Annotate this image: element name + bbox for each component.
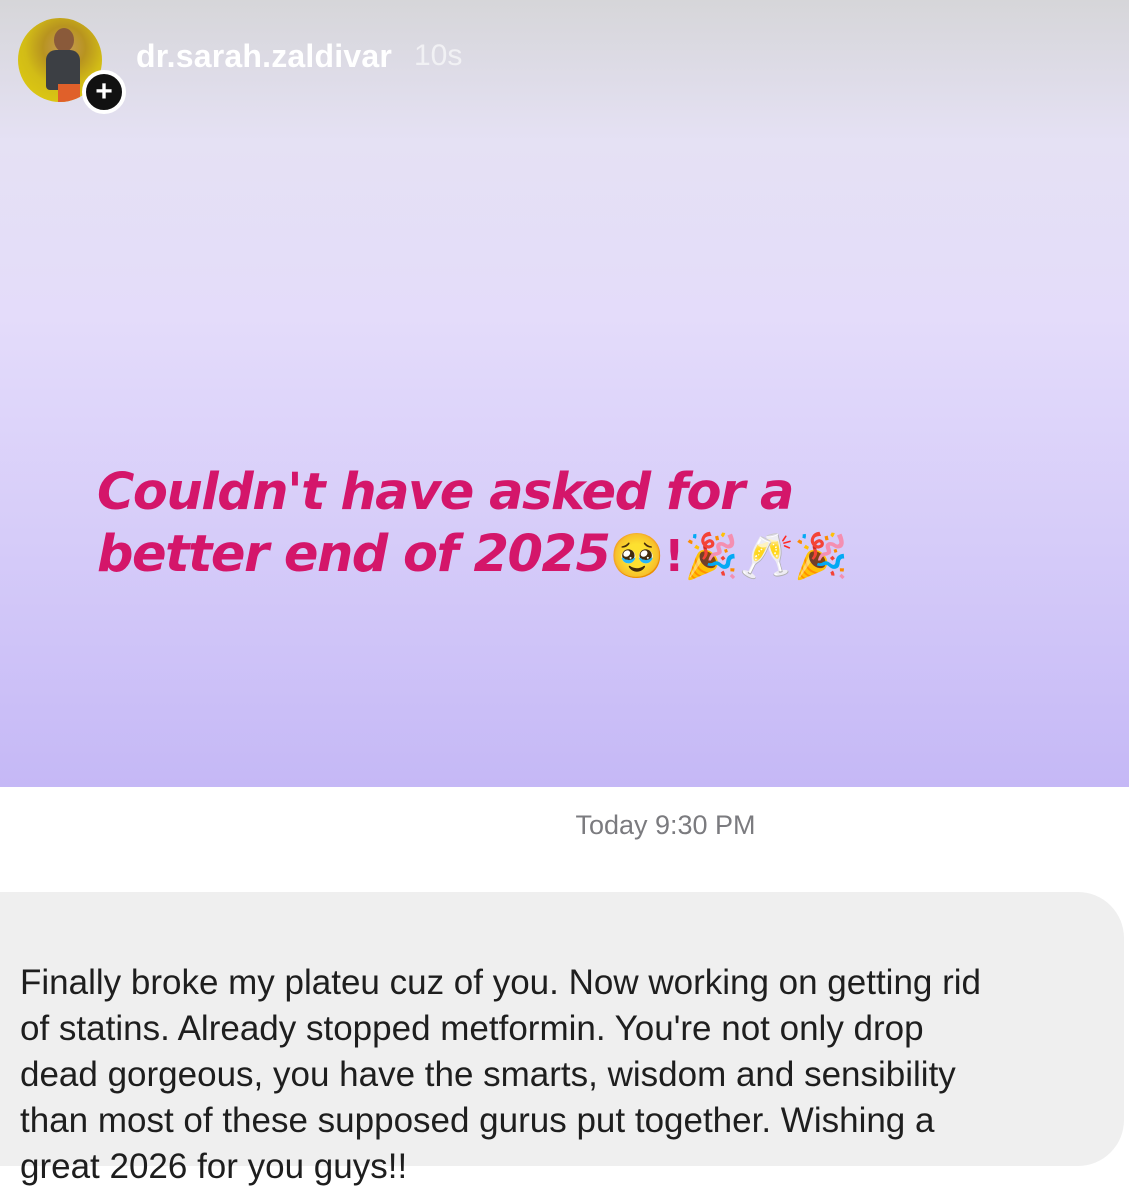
story-header: + dr.sarah.zaldivar 10s: [18, 18, 463, 114]
story-card[interactable]: + dr.sarah.zaldivar 10s Couldn't have as…: [0, 0, 1129, 787]
story-caption: Couldn't have asked for a better end of …: [97, 462, 997, 588]
story-username[interactable]: dr.sarah.zaldivar: [136, 38, 392, 75]
caption-emoji: 🥹!🎉🥂🎉: [609, 531, 849, 582]
caption-line-2: better end of 2025🥹!🎉🥂🎉: [97, 524, 997, 588]
message-text: Finally broke my plateu cuz of you. Now …: [20, 963, 982, 1186]
plus-icon[interactable]: +: [82, 70, 126, 114]
caption-line-2-text: better end of 2025: [97, 525, 611, 584]
message-bubble[interactable]: Finally broke my plateu cuz of you. Now …: [0, 892, 1124, 1186]
avatar-figure-leg: [58, 84, 80, 102]
caption-line-1: Couldn't have asked for a: [97, 463, 794, 522]
avatar-figure-head: [54, 28, 74, 52]
message-timestamp: Today 9:30 PM: [575, 810, 756, 840]
avatar-container[interactable]: +: [18, 18, 126, 114]
story-time-ago: 10s: [413, 39, 463, 72]
